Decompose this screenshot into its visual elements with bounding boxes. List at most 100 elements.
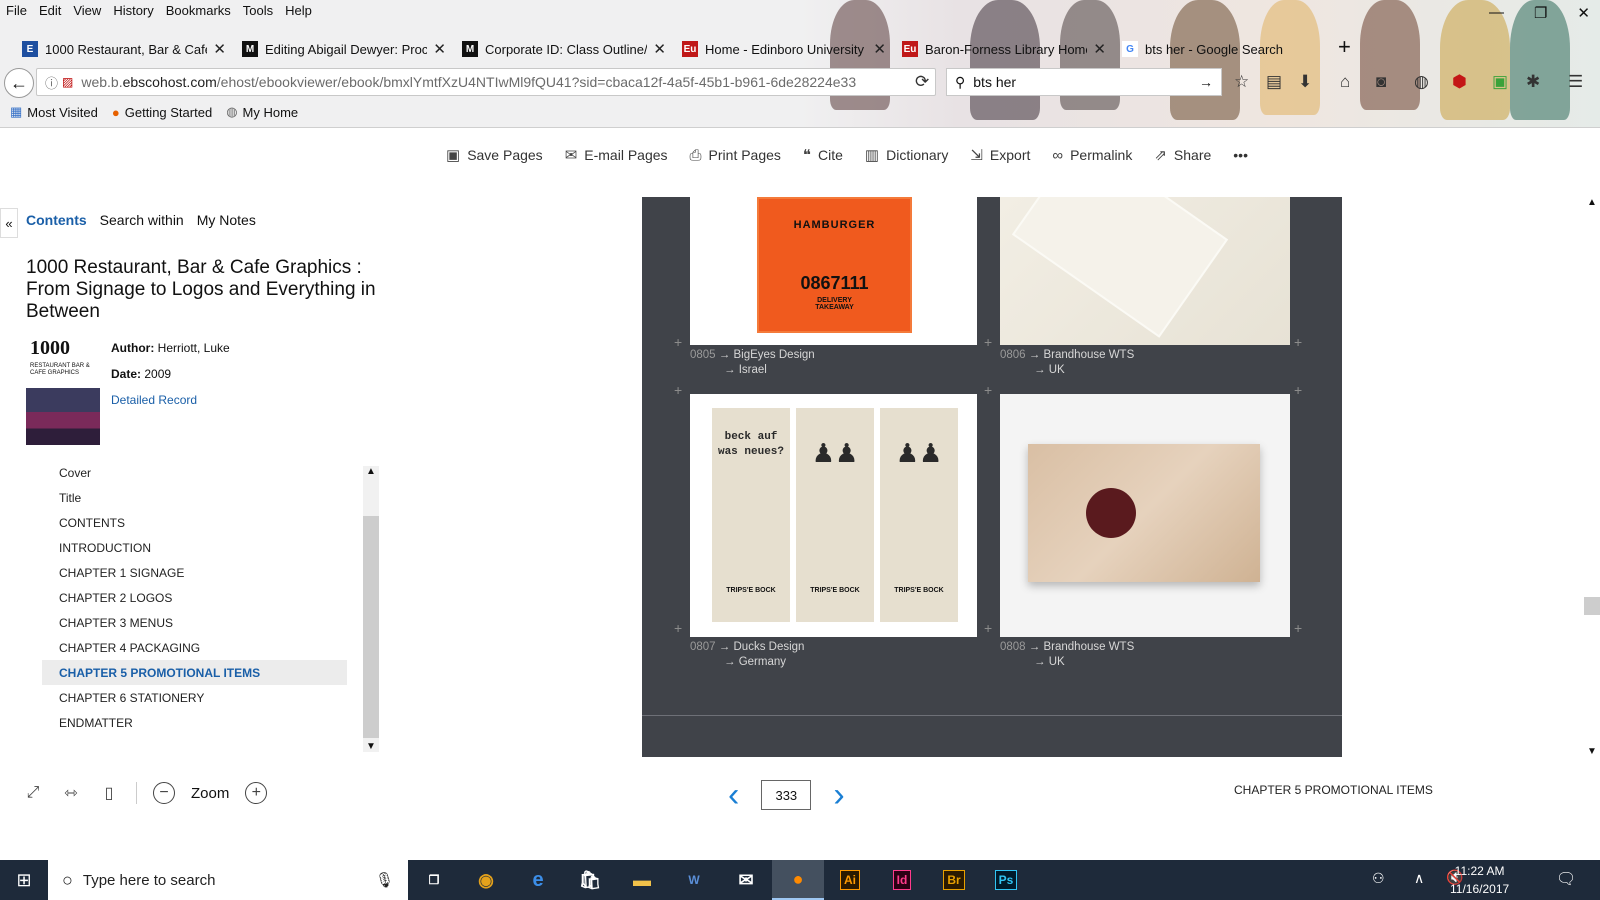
toc-item-selected[interactable]: CHAPTER 5 PROMOTIONAL ITEMS xyxy=(42,660,347,685)
microphone-icon[interactable]: 🎙 xyxy=(375,871,394,889)
page-number-input[interactable]: 333 xyxy=(761,780,812,810)
system-clock[interactable]: 11:22 AM 11/16/2017 xyxy=(1450,862,1509,898)
bridge-icon[interactable]: Br xyxy=(928,860,980,900)
extension-icon[interactable]: ▣ xyxy=(1492,72,1508,92)
browser-tab[interactable]: Eu Baron-Forness Library Home ✕ xyxy=(894,34,1114,64)
bookmark-getting-started[interactable]: ● Getting Started xyxy=(112,104,212,120)
export-button[interactable]: ⇲ Export xyxy=(970,146,1030,164)
menu-view[interactable]: View xyxy=(67,0,107,22)
info-icon[interactable]: ⓘ xyxy=(45,73,58,92)
toc-item[interactable]: CHAPTER 2 LOGOS xyxy=(42,585,347,610)
taskbar-search-box[interactable]: ○ Type here to search 🎙 xyxy=(48,860,408,900)
toc-item[interactable]: INTRODUCTION xyxy=(42,535,347,560)
search-bar[interactable]: ⚲ bts her → xyxy=(946,68,1222,96)
toc-scrollbar-thumb[interactable] xyxy=(363,516,379,738)
file-explorer-icon[interactable]: ▬ xyxy=(616,860,668,900)
toc-item[interactable]: Cover xyxy=(42,460,347,485)
menu-file[interactable]: File xyxy=(0,0,33,22)
globe-icon[interactable]: ◍ xyxy=(1414,72,1429,92)
save-pages-button[interactable]: ▣ Save Pages xyxy=(446,146,543,164)
next-page-icon[interactable]: › xyxy=(833,778,844,812)
dictionary-button[interactable]: ▥ Dictionary xyxy=(865,146,948,164)
email-pages-button[interactable]: ✉ E-mail Pages xyxy=(565,146,668,164)
pocket-icon[interactable]: ◙ xyxy=(1376,72,1386,92)
viewer-scrollbar-thumb[interactable] xyxy=(1584,597,1600,615)
go-arrow-icon[interactable]: → xyxy=(1199,74,1213,90)
ebook-page-viewer[interactable]: HAMBURGER 0867111 DELIVERY TAKEAWAY + + … xyxy=(642,197,1342,757)
permalink-button[interactable]: ∞ Permalink xyxy=(1052,146,1132,164)
indesign-icon[interactable]: Id xyxy=(876,860,928,900)
chevron-up-icon[interactable]: ∧ xyxy=(1414,870,1424,887)
back-arrow-icon[interactable]: ← xyxy=(4,68,34,98)
bookmark-star-icon[interactable]: ☆ xyxy=(1234,72,1249,92)
browser-tab[interactable]: M Corporate ID: Class Outline/ ✕ xyxy=(454,34,674,64)
home-icon[interactable]: ⌂ xyxy=(1340,72,1350,92)
collapse-sidebar-button[interactable]: « xyxy=(0,208,18,238)
menu-help[interactable]: Help xyxy=(279,0,318,22)
detailed-record-link[interactable]: Detailed Record xyxy=(111,393,197,407)
tab-search-within[interactable]: Search within xyxy=(100,212,184,228)
toc-item[interactable]: CONTENTS xyxy=(42,510,347,535)
people-icon[interactable]: ⚇ xyxy=(1372,870,1385,887)
cite-button[interactable]: ❝ Cite xyxy=(803,146,843,164)
share-button[interactable]: ⇗ Share xyxy=(1154,146,1211,164)
previous-page-icon[interactable]: ‹ xyxy=(728,778,739,812)
print-pages-button[interactable]: ⎙ Print Pages xyxy=(690,146,781,164)
toc-scrollbar[interactable]: ▲ ▼ xyxy=(363,466,379,752)
menu-bookmarks[interactable]: Bookmarks xyxy=(160,0,237,22)
browser-tab[interactable]: E 1000 Restaurant, Bar & Cafe ✕ xyxy=(14,34,234,64)
close-tab-icon[interactable]: ✕ xyxy=(213,40,226,58)
firefox-icon[interactable]: ● xyxy=(772,860,824,900)
toc-item[interactable]: CHAPTER 4 PACKAGING xyxy=(42,635,347,660)
bookmark-most-visited[interactable]: ▦ Most Visited xyxy=(10,104,98,120)
close-tab-icon[interactable]: ✕ xyxy=(1093,40,1106,58)
new-tab-icon[interactable]: + xyxy=(1338,34,1351,60)
viewer-scrollbar[interactable]: ▲ ▼ xyxy=(1584,197,1600,757)
browser-tab[interactable]: Gbts her - Google Search xyxy=(1114,34,1294,64)
close-tab-icon[interactable]: ✕ xyxy=(433,40,446,58)
toc-item[interactable]: CHAPTER 6 STATIONERY xyxy=(42,685,347,710)
task-view-icon[interactable]: ❐ xyxy=(408,860,460,900)
tab-my-notes[interactable]: My Notes xyxy=(197,212,256,228)
minimize-icon[interactable]: — xyxy=(1489,4,1504,22)
hamburger-menu-icon[interactable]: ☰ xyxy=(1568,72,1583,92)
reader-list-icon[interactable]: ▤ xyxy=(1266,72,1282,92)
bookmark-my-home[interactable]: ◍ My Home xyxy=(226,104,298,120)
toc-item[interactable]: CHAPTER 3 MENUS xyxy=(42,610,347,635)
browser-tab[interactable]: M Editing Abigail Dewyer: Proc ✕ xyxy=(234,34,454,64)
toc-item[interactable]: CHAPTER 1 SIGNAGE xyxy=(42,560,347,585)
toc-item[interactable]: Title xyxy=(42,485,347,510)
close-tab-icon[interactable]: ✕ xyxy=(873,40,886,58)
notifications-icon[interactable]: 🗨 xyxy=(1556,869,1576,889)
fullscreen-icon[interactable]: ⤢ xyxy=(22,782,44,804)
toc-item[interactable]: ENDMATTER xyxy=(42,710,347,735)
chevron-up-icon[interactable]: ▲ xyxy=(363,466,379,477)
photoshop-icon[interactable]: Ps xyxy=(980,860,1032,900)
zoom-out-icon[interactable]: − xyxy=(153,782,175,804)
word-icon[interactable]: W xyxy=(668,860,720,900)
zoom-in-icon[interactable]: + xyxy=(245,782,268,804)
windows-start-icon[interactable]: ⊞ xyxy=(0,860,48,900)
chevron-down-icon[interactable]: ▼ xyxy=(1584,746,1600,757)
edge-icon[interactable]: e xyxy=(512,860,564,900)
more-options-button[interactable]: ••• xyxy=(1233,146,1248,164)
close-window-icon[interactable]: ✕ xyxy=(1577,4,1590,22)
address-bar[interactable]: ⓘ ▨ web.b. ebscohost.com/ehost/ebookviewe… xyxy=(36,68,936,96)
mail-icon[interactable]: ✉ xyxy=(720,860,772,900)
illustrator-icon[interactable]: Ai xyxy=(824,860,876,900)
tools-icon[interactable]: ✱ xyxy=(1526,72,1540,92)
close-tab-icon[interactable]: ✕ xyxy=(653,40,666,58)
store-icon[interactable]: 🛍 xyxy=(564,860,616,900)
fit-page-icon[interactable]: ▯ xyxy=(98,782,120,804)
fit-width-icon[interactable]: ⇿ xyxy=(60,782,82,804)
reload-icon[interactable]: ⟳ xyxy=(915,72,929,92)
chevron-up-icon[interactable]: ▲ xyxy=(1584,197,1600,208)
menu-tools[interactable]: Tools xyxy=(237,0,279,22)
restore-icon[interactable]: ❐ xyxy=(1534,4,1547,22)
chrome-icon[interactable]: ◉ xyxy=(460,860,512,900)
download-icon[interactable]: ⬇ xyxy=(1298,72,1312,92)
chevron-down-icon[interactable]: ▼ xyxy=(363,741,379,752)
ublock-icon[interactable]: ⬢ xyxy=(1452,72,1467,92)
tab-contents[interactable]: Contents xyxy=(26,212,87,228)
browser-tab[interactable]: Eu Home - Edinboro University ✕ xyxy=(674,34,894,64)
